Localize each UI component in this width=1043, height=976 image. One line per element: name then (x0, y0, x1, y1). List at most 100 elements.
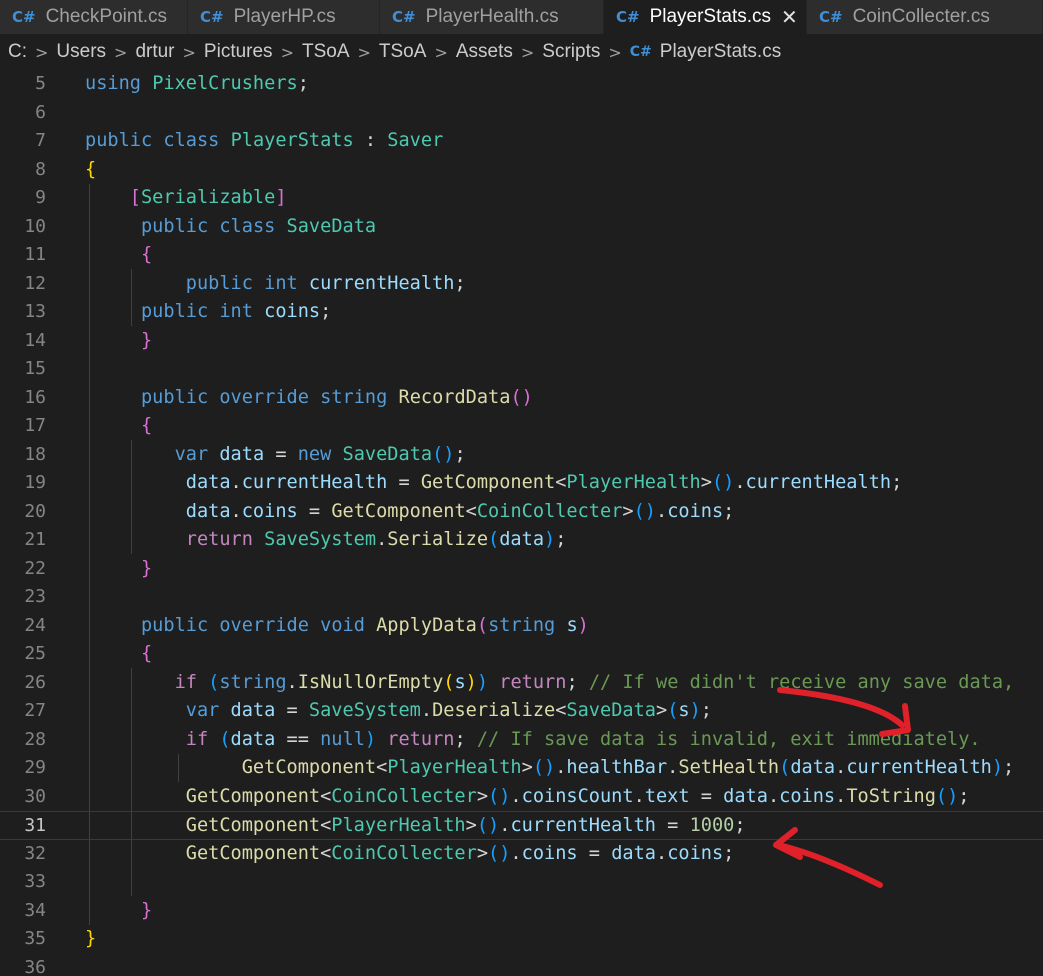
csharp-file-icon: C# (629, 44, 652, 60)
line-number: 20 (24, 500, 46, 522)
code-line[interactable]: 34 } (0, 897, 1043, 926)
code-token: coinsCount (521, 785, 634, 807)
code-token: data (499, 529, 545, 550)
tab-checkpoint-cs[interactable]: C# CheckPoint.cs (0, 0, 188, 34)
breadcrumb-segment[interactable]: TSoA (302, 41, 350, 63)
tab-playerstats-cs[interactable]: C# PlayerStats.cs ✕ (604, 0, 807, 34)
code-line[interactable]: 29 GetComponent<PlayerHealth>().healthBa… (0, 754, 1043, 783)
code-line[interactable]: 33 (0, 868, 1043, 897)
line-number: 21 (24, 529, 46, 550)
code-token: // If save data is invalid, exit immedia… (476, 728, 981, 750)
breadcrumb-segment[interactable]: Scripts (542, 41, 600, 63)
code-editor[interactable]: 5 using PixelCrushers; 6 7 public class Play… (0, 70, 1043, 976)
code-token: ; (454, 728, 477, 750)
line-number: 22 (24, 557, 46, 579)
code-token: . (835, 757, 847, 778)
code-line[interactable]: 17 { (0, 412, 1043, 441)
line-number: 16 (24, 386, 46, 408)
code-line[interactable]: 32 GetComponent<CoinCollecter>().coins =… (0, 840, 1043, 869)
code-line[interactable]: 28 if (data == null) return; // If save … (0, 726, 1043, 755)
breadcrumb-segment[interactable]: Users (56, 41, 106, 63)
code-token: coins (521, 842, 578, 864)
code-line[interactable]: 31 GetComponent<PlayerHealth>().currentH… (0, 811, 1043, 840)
code-token: int (219, 301, 253, 322)
code-token: coins (264, 301, 321, 322)
csharp-file-icon: C# (392, 8, 416, 26)
line-number: 12 (24, 272, 46, 294)
code-text: public class SaveData (85, 213, 376, 242)
code-text: public int currentHealth; (85, 270, 466, 299)
breadcrumb: C: > Users > drtur > Pictures > TSoA > TSoA > Assets… (0, 35, 1043, 69)
line-number: 28 (24, 728, 46, 750)
breadcrumb-segment[interactable]: drtur (135, 41, 174, 63)
code-token: data (611, 842, 656, 864)
code-token: PlayerHealth (331, 815, 466, 836)
code-line[interactable]: 7 public class PlayerStats : Saver (0, 127, 1043, 156)
code-line[interactable]: 23 (0, 583, 1043, 612)
code-token: ( (476, 614, 489, 636)
tab-label: PlayerStats.cs (649, 6, 772, 27)
code-line[interactable]: 21 return SaveSystem.Serialize(data); (0, 526, 1043, 555)
code-token: ; (891, 472, 903, 493)
code-token: healthBar (566, 757, 668, 778)
code-token: ; (723, 842, 735, 864)
code-line[interactable]: 14 } (0, 327, 1043, 356)
breadcrumb-segment[interactable]: C: (8, 41, 27, 63)
code-line[interactable]: 8{ (0, 156, 1043, 185)
code-token: > (700, 472, 712, 493)
code-line[interactable]: 12 public int currentHealth; (0, 270, 1043, 299)
code-line[interactable]: 6 (0, 99, 1043, 128)
code-line[interactable]: 11 { (0, 241, 1043, 270)
close-icon[interactable]: ✕ (781, 5, 798, 30)
code-token: data (790, 757, 836, 778)
code-line[interactable]: 25 { (0, 640, 1043, 669)
code-token: SaveData (286, 215, 377, 237)
code-line[interactable]: 20 data.coins = GetComponent<CoinCollect… (0, 498, 1043, 527)
tab-coincollecter-cs[interactable]: C# CoinCollecter.cs (807, 0, 1043, 34)
code-line[interactable]: 5 using PixelCrushers; (0, 70, 1043, 99)
code-line[interactable]: 19 data.currentHealth = GetComponent<Pla… (0, 469, 1043, 498)
breadcrumb-segment[interactable]: Assets (456, 41, 513, 63)
code-token: () (633, 500, 656, 522)
code-line[interactable]: 35} (0, 925, 1043, 954)
code-line[interactable]: 9 [Serializable] (0, 184, 1043, 213)
code-line[interactable]: 27 var data = SaveSystem.Deserialize<Sav… (0, 697, 1043, 726)
code-line[interactable]: 36 (0, 954, 1043, 976)
code-token: () (532, 757, 556, 778)
code-token: CoinCollecter (331, 785, 477, 807)
code-text: GetComponent<PlayerHealth>().currentHeal… (85, 812, 746, 841)
code-token: > (521, 757, 533, 778)
code-line[interactable]: 16 public override string RecordData() (0, 384, 1043, 413)
code-token: RecordData (398, 386, 511, 408)
chevron-right-icon: > (280, 42, 294, 62)
code-line[interactable]: 18 var data = new SaveData(); (0, 441, 1043, 470)
line-number: 27 (24, 700, 46, 721)
tab-playerhealth-cs[interactable]: C# PlayerHealth.cs (380, 0, 604, 34)
code-token: ApplyData (376, 614, 477, 636)
breadcrumb-segment[interactable]: PlayerStats.cs (660, 41, 781, 63)
code-token: Deserialize (432, 700, 556, 721)
code-text: GetComponent<CoinCollecter>().coinsCount… (85, 783, 970, 812)
code-line[interactable]: 15 (0, 355, 1043, 384)
code-line[interactable]: 26 if (string.IsNullOrEmpty(s)) return; … (0, 669, 1043, 698)
editor-tab-bar: C# CheckPoint.cs C# PlayerHP.cs C# PlayerHeal… (0, 0, 1043, 34)
code-line[interactable]: 10 public class SaveData (0, 213, 1043, 242)
code-line[interactable]: 22 } (0, 555, 1043, 584)
code-token: CoinCollecter (331, 842, 477, 864)
code-text: { (85, 412, 152, 441)
breadcrumb-segment[interactable]: TSoA (379, 41, 427, 63)
code-line[interactable]: 13 public int coins; (0, 298, 1043, 327)
code-text: } (85, 897, 152, 926)
code-token: . (376, 529, 388, 550)
code-token: var (174, 443, 209, 465)
breadcrumb-segment[interactable]: Pictures (204, 41, 273, 63)
code-line[interactable]: 24 public override void ApplyData(string… (0, 612, 1043, 641)
code-line[interactable]: 30 GetComponent<CoinCollecter>().coinsCo… (0, 783, 1043, 812)
code-token: > (476, 842, 489, 864)
tab-playerhp-cs[interactable]: C# PlayerHP.cs (188, 0, 380, 34)
